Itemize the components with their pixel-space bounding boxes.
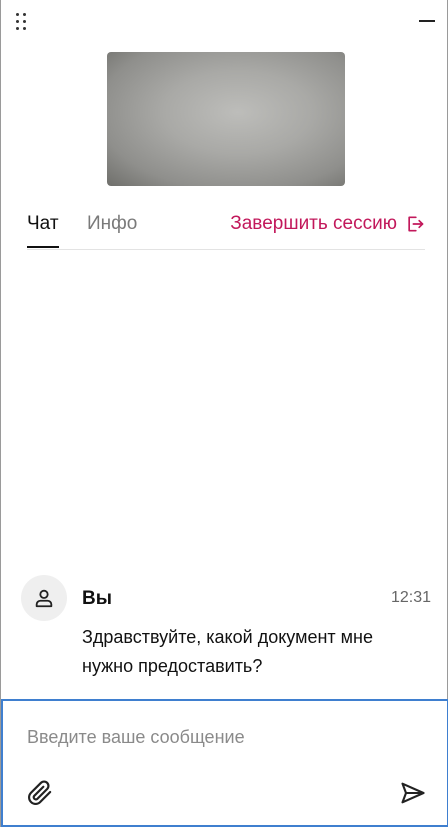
tab-info[interactable]: Инфо — [87, 213, 137, 246]
end-session-label: Завершить сессию — [230, 213, 397, 234]
paperclip-icon — [28, 780, 52, 805]
drag-handle-icon[interactable] — [16, 13, 28, 31]
minimize-button[interactable] — [417, 10, 437, 26]
chat-window: Чат Инфо Завершить сессию Вы 12:31 Здрав… — [0, 0, 448, 827]
send-icon — [401, 782, 425, 804]
user-icon — [35, 589, 53, 608]
message-input[interactable] — [27, 723, 417, 751]
end-session-button[interactable]: Завершить сессию — [230, 213, 425, 235]
send-button[interactable] — [399, 779, 427, 807]
tab-bar: Чат Инфо Завершить сессию — [27, 210, 425, 250]
avatar — [21, 575, 67, 621]
message-sender: Вы — [82, 588, 112, 609]
logout-icon — [408, 216, 424, 232]
attach-button[interactable] — [27, 779, 53, 807]
message-time: 12:31 — [390, 589, 431, 606]
tab-chat[interactable]: Чат — [27, 213, 59, 248]
message-text: Здравствуйте, какой документ мне нужно п… — [82, 627, 373, 676]
video-preview — [107, 52, 345, 186]
message-composer — [1, 699, 448, 827]
